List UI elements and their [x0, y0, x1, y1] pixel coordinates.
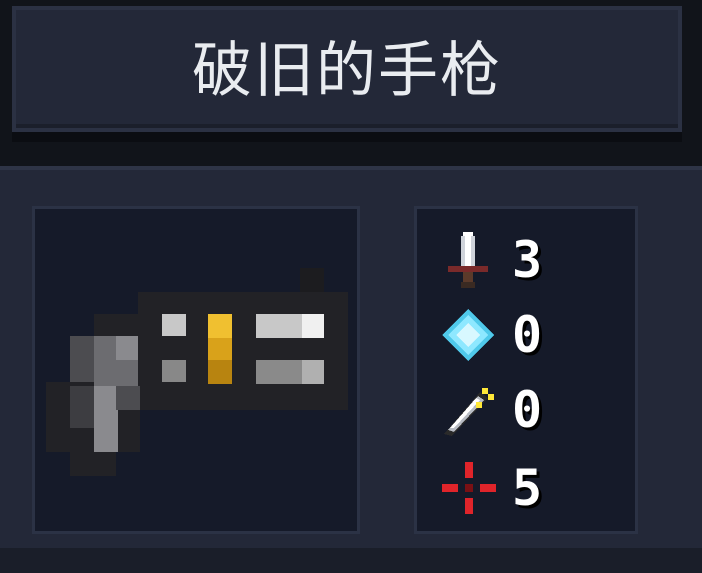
stat-value-inaccuracy: 5: [512, 459, 543, 517]
stat-row-inaccuracy: 5: [414, 458, 638, 518]
crosshair-icon: [442, 462, 496, 514]
stat-row-damage: 3: [414, 230, 638, 290]
stat-value-energy: 0: [512, 306, 543, 364]
stat-value-critical: 0: [512, 381, 543, 439]
stat-row-critical: 0: [414, 380, 638, 440]
weapon-info-card: 破旧的手枪 3 0 0 5: [0, 0, 702, 573]
sword-icon: [448, 232, 488, 288]
stat-value-damage: 3: [512, 231, 543, 289]
crystal-icon: [442, 309, 494, 361]
sharp-blade-icon: [444, 388, 494, 436]
stat-row-energy: 0: [414, 305, 638, 365]
